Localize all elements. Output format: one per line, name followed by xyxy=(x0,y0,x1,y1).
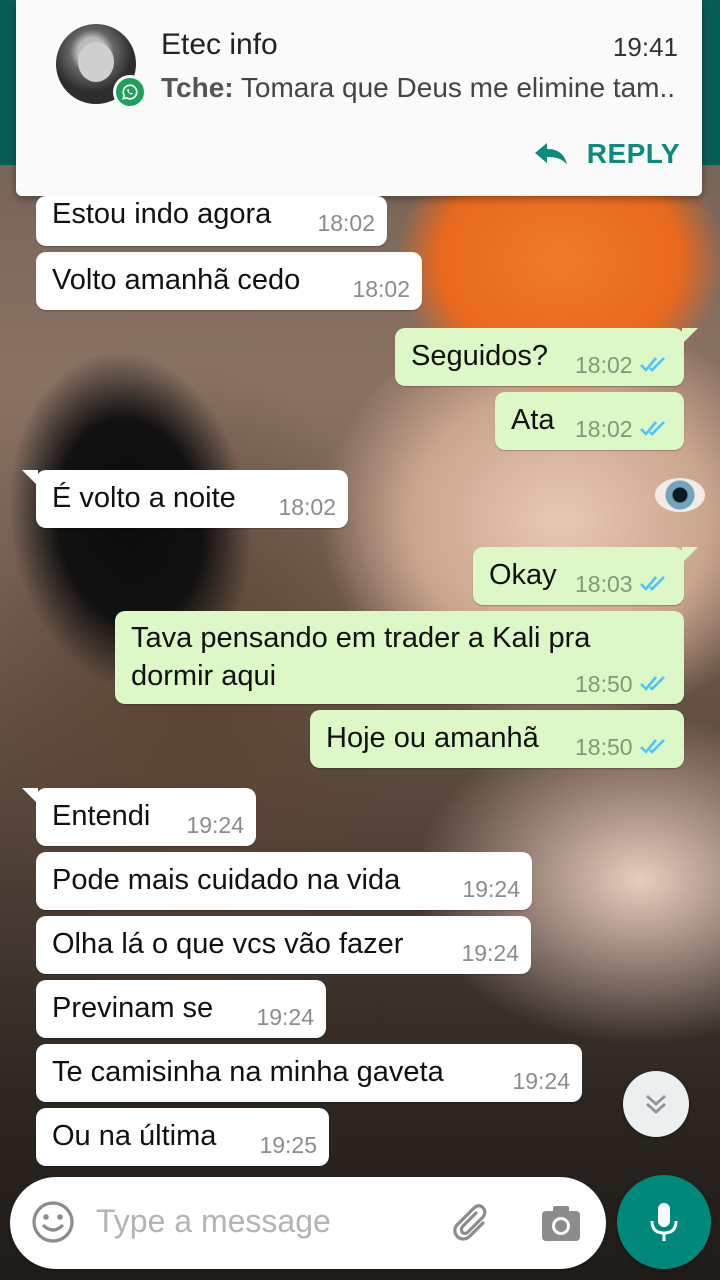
message-time: 19:24 xyxy=(256,1004,314,1030)
message-time: 19:24 xyxy=(461,940,519,966)
double-check-icon xyxy=(640,576,665,591)
message-outgoing[interactable]: Tava pensando em trader a Kali pra dormir… xyxy=(115,611,684,704)
message-incoming[interactable]: Ou na última 19:25 xyxy=(36,1108,329,1166)
emoji-icon xyxy=(32,1201,74,1243)
message-time: 18:02 xyxy=(575,416,633,442)
message-incoming[interactable]: Volto amanhã cedo 18:02 xyxy=(36,252,422,310)
message-text: Estou indo agora xyxy=(52,198,272,230)
attach-button[interactable] xyxy=(450,1201,496,1252)
double-check-icon xyxy=(640,421,665,436)
message-incoming[interactable]: Entendi 19:24 xyxy=(22,788,256,846)
message-time: 18:50 xyxy=(575,671,633,697)
message-time: 18:02 xyxy=(352,276,410,302)
message-incoming[interactable]: Pode mais cuidado na vida 19:24 xyxy=(36,852,532,910)
message-text: Previnam se xyxy=(52,992,214,1024)
message-incoming[interactable]: Olha lá o que vcs vão fazer 19:24 xyxy=(36,916,531,974)
message-time: 18:02 xyxy=(317,210,375,236)
message-outgoing[interactable]: Okay 18:03 xyxy=(473,547,698,605)
double-check-icon xyxy=(640,676,665,691)
wallpaper-eye xyxy=(655,478,705,512)
message-outgoing[interactable]: Hoje ou amanhã 18:50 xyxy=(310,710,684,768)
message-text-line: dormir aqui xyxy=(131,660,277,692)
heads-up-notification[interactable]: Etec info 19:41 Tche: Tomara que Deus me… xyxy=(16,0,702,196)
message-text: Ata xyxy=(511,404,555,436)
reply-arrow-icon xyxy=(534,143,567,165)
notification-message: Tche: Tomara que Deus me elimine tam.. xyxy=(161,72,701,104)
message-time: 18:50 xyxy=(575,734,633,760)
message-incoming[interactable]: Estou indo agora 18:02 xyxy=(36,196,387,246)
whatsapp-icon xyxy=(113,75,147,109)
message-outgoing[interactable]: Ata 18:02 xyxy=(495,392,684,450)
reply-button[interactable]: REPLY xyxy=(533,138,680,170)
message-outgoing[interactable]: Seguidos? 18:02 xyxy=(395,328,698,386)
camera-icon xyxy=(542,1206,580,1241)
message-text: Seguidos? xyxy=(411,340,549,372)
message-time: 18:03 xyxy=(575,571,633,597)
notification-sender: Tche: xyxy=(161,72,234,103)
message-incoming[interactable]: Te camisinha na minha gaveta 19:24 xyxy=(36,1044,582,1102)
paperclip-icon xyxy=(453,1204,487,1241)
message-text-line: Tava pensando em trader a Kali pra xyxy=(131,622,591,654)
voice-record-button[interactable] xyxy=(617,1175,711,1269)
message-time: 19:24 xyxy=(512,1068,570,1094)
scroll-to-bottom-button[interactable] xyxy=(623,1071,689,1137)
message-text: Tava pensando em trader a Kali pra dormir… xyxy=(131,619,590,695)
message-time: 19:25 xyxy=(259,1132,317,1158)
reply-label: REPLY xyxy=(586,138,680,169)
message-time: 19:24 xyxy=(462,876,520,902)
message-text: Entendi xyxy=(52,800,151,832)
message-time: 19:24 xyxy=(186,812,244,838)
message-text: Pode mais cuidado na vida xyxy=(52,864,401,896)
microphone-icon xyxy=(650,1203,678,1241)
message-text: Olha lá o que vcs vão fazer xyxy=(52,928,404,960)
message-incoming[interactable]: É volto a noite 18:02 xyxy=(22,470,348,528)
camera-button[interactable] xyxy=(538,1201,584,1252)
message-text: Te camisinha na minha gaveta xyxy=(52,1056,444,1088)
message-time: 18:02 xyxy=(575,352,633,378)
double-check-icon xyxy=(640,357,665,372)
notification-text: Tomara que Deus me elimine tam.. xyxy=(240,72,676,103)
message-text: Okay xyxy=(489,559,557,591)
notification-title: Etec info xyxy=(161,28,278,61)
notification-time: 19:41 xyxy=(612,32,678,62)
double-check-icon xyxy=(640,739,665,754)
message-text: Ou na última xyxy=(52,1120,217,1152)
emoji-button[interactable] xyxy=(30,1199,76,1250)
message-text: Volto amanhã cedo xyxy=(52,264,301,296)
double-chevron-down-icon xyxy=(646,1094,666,1114)
message-text: Hoje ou amanhã xyxy=(326,722,539,754)
message-incoming[interactable]: Previnam se 19:24 xyxy=(36,980,326,1038)
message-time: 18:02 xyxy=(278,494,336,520)
message-composer[interactable]: Type a message xyxy=(10,1177,606,1269)
message-input[interactable]: Type a message xyxy=(96,1203,331,1240)
message-text: É volto a noite xyxy=(52,482,236,514)
